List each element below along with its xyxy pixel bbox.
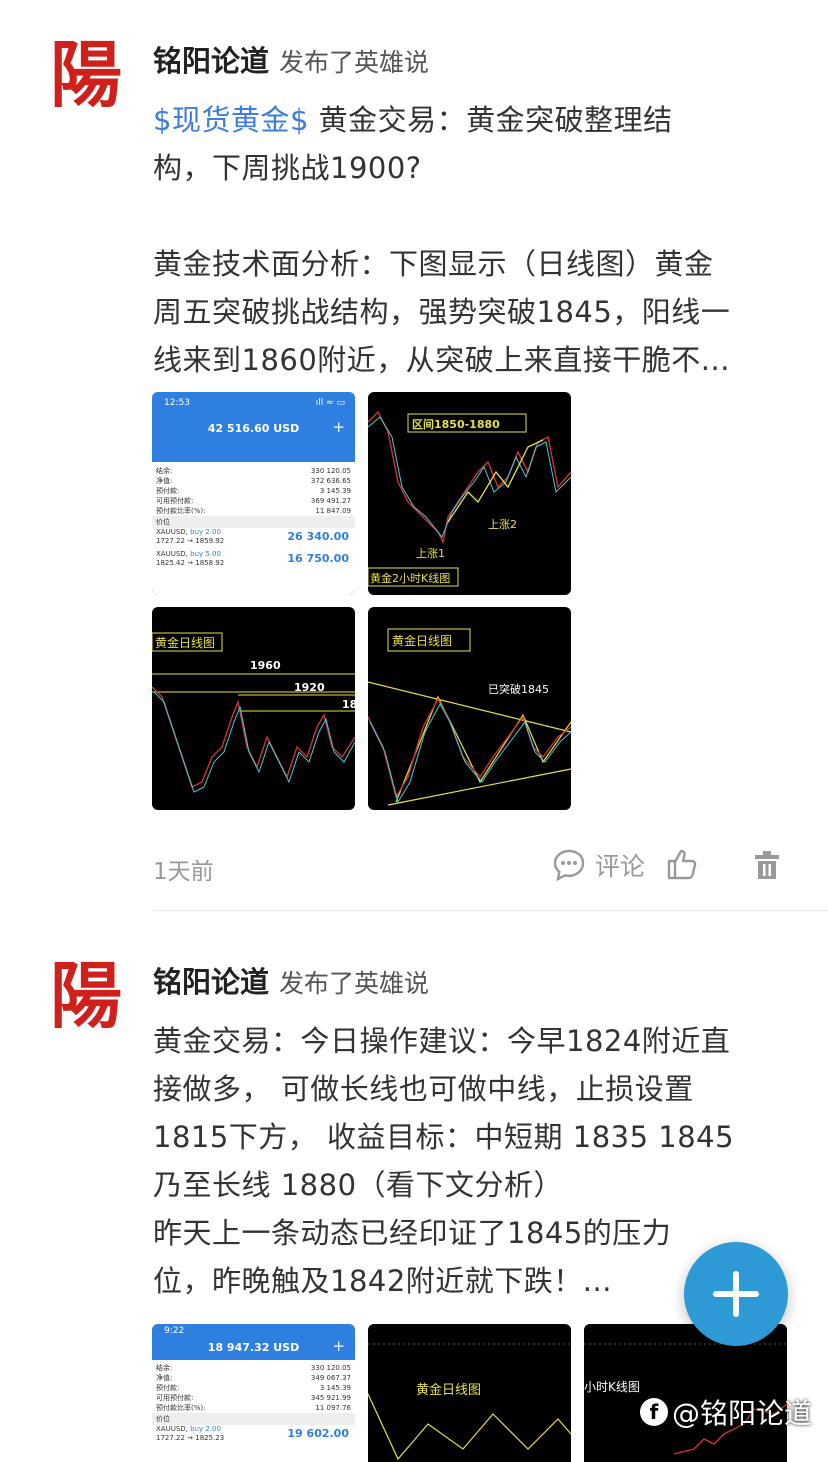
trash-icon bbox=[755, 851, 779, 879]
avatar[interactable]: 陽 bbox=[50, 953, 122, 1038]
account-balance: 42 516.60 USD bbox=[207, 422, 300, 435]
svg-text:上涨2: 上涨2 bbox=[488, 518, 517, 531]
text-line: 周五突破挑战结构，强势突破1845，阳线一 bbox=[153, 295, 731, 329]
author-line: 铭阳论道 发布了英雄说 bbox=[153, 959, 429, 1001]
post-action: 发布了英雄说 bbox=[279, 969, 430, 998]
post-time: 1天前 bbox=[153, 859, 214, 885]
comment-label: 评论 bbox=[595, 852, 646, 881]
compose-button[interactable] bbox=[684, 1242, 788, 1346]
plus-icon bbox=[713, 1271, 759, 1317]
image-chart-daily[interactable]: 黄金日线图 1960 1920 18 bbox=[152, 607, 355, 810]
plus-icon: + bbox=[332, 418, 345, 436]
watermark-text: @铭阳论道 bbox=[672, 1397, 813, 1430]
hashtag-link[interactable]: $现货黄金$ bbox=[153, 103, 309, 137]
post-action: 发布了英雄说 bbox=[279, 48, 430, 77]
like-button[interactable] bbox=[666, 847, 700, 881]
text-line: 乃至长线 1880（看下文分析） bbox=[153, 1168, 564, 1202]
author-name[interactable]: 铭阳论道 bbox=[153, 965, 269, 999]
thumbs-up-icon bbox=[667, 849, 697, 880]
text-line: 1815下方， 收益目标：中短期 1835 1845 bbox=[153, 1120, 735, 1154]
svg-text:1960: 1960 bbox=[250, 659, 281, 672]
author-line: 铭阳论道 发布了英雄说 bbox=[153, 38, 429, 80]
delete-button[interactable] bbox=[752, 849, 782, 881]
image-chart-daily[interactable]: 黄金日线图 bbox=[368, 1324, 571, 1462]
comment-icon bbox=[553, 849, 585, 882]
text-line: 黄金交易：今日操作建议：今早1824附近直 bbox=[153, 1024, 731, 1058]
image-account[interactable]: 12:53 ıll ≈ ▭ 42 516.60 USD + 结余: 330 120… bbox=[152, 392, 355, 595]
account-balance: 18 947.32 USD bbox=[207, 1341, 300, 1354]
author-name[interactable]: 铭阳论道 bbox=[153, 44, 269, 78]
text-line: 昨天上一条动态已经印证了1845的压力 bbox=[153, 1216, 672, 1250]
comment-button[interactable]: 评论 bbox=[552, 847, 645, 883]
avatar-glyph: 陽 bbox=[50, 953, 122, 1033]
svg-text:区间1850-1880: 区间1850-1880 bbox=[412, 418, 500, 431]
text-line: 黄金技术面分析：下图显示（日线图）黄金 bbox=[153, 247, 714, 281]
status-icons: ıll ≈ ▭ bbox=[315, 398, 345, 408]
svg-text:黄金日线图: 黄金日线图 bbox=[155, 635, 215, 650]
text-line: 线来到1860附近，从突破上来直接干脆不... bbox=[153, 343, 730, 377]
post-text[interactable]: $现货黄金$ 黄金交易：黄金突破整理结 构，下周挑战1900? 黄金技术面分析：… bbox=[153, 96, 793, 384]
text-line: 接做多， 可做长线也可做中线，止损设置 bbox=[153, 1072, 694, 1106]
image-account[interactable]: 9:22 18 947.32 USD + 结余: 330 120.05 净值: 34… bbox=[152, 1324, 355, 1462]
image-chart-triangle[interactable]: 黄金日线图 已突破1845 bbox=[368, 607, 571, 810]
post-1: 陽 铭阳论道 发布了英雄说 $现货黄金$ 黄金交易：黄金突破整理结 构，下周挑战1… bbox=[0, 0, 828, 910]
image-chart-2h[interactable]: 区间1850-1880 上涨2 上涨1 黄金2小时K线图 bbox=[368, 392, 571, 595]
post-2: 陽 铭阳论道 发布了英雄说 黄金交易：今日操作建议：今早1824附近直 接做多， … bbox=[0, 911, 828, 1462]
plus-icon: + bbox=[332, 1337, 345, 1355]
svg-text:上涨1: 上涨1 bbox=[416, 547, 445, 560]
avatar-glyph: 陽 bbox=[50, 32, 122, 112]
status-time: 12:53 bbox=[164, 398, 190, 408]
status-time: 9:22 bbox=[164, 1326, 185, 1336]
svg-text:1920: 1920 bbox=[294, 681, 325, 694]
text-line: 构，下周挑战1900? bbox=[153, 151, 422, 185]
svg-text:黄金2小时K线图: 黄金2小时K线图 bbox=[370, 571, 450, 585]
svg-text:黄金日线图: 黄金日线图 bbox=[416, 1382, 481, 1398]
text-line bbox=[153, 192, 793, 240]
avatar[interactable]: 陽 bbox=[50, 32, 122, 117]
svg-text:黄金日线图: 黄金日线图 bbox=[392, 633, 452, 648]
watermark: f @铭阳论道 bbox=[640, 1392, 812, 1432]
brand-icon: f bbox=[640, 1398, 668, 1426]
svg-text:小时K线图: 小时K线图 bbox=[584, 1380, 640, 1394]
text-line: $现货黄金$ 黄金交易：黄金突破整理结 bbox=[153, 103, 673, 137]
svg-text:18: 18 bbox=[342, 698, 355, 711]
svg-text:已突破1845: 已突破1845 bbox=[488, 682, 549, 696]
